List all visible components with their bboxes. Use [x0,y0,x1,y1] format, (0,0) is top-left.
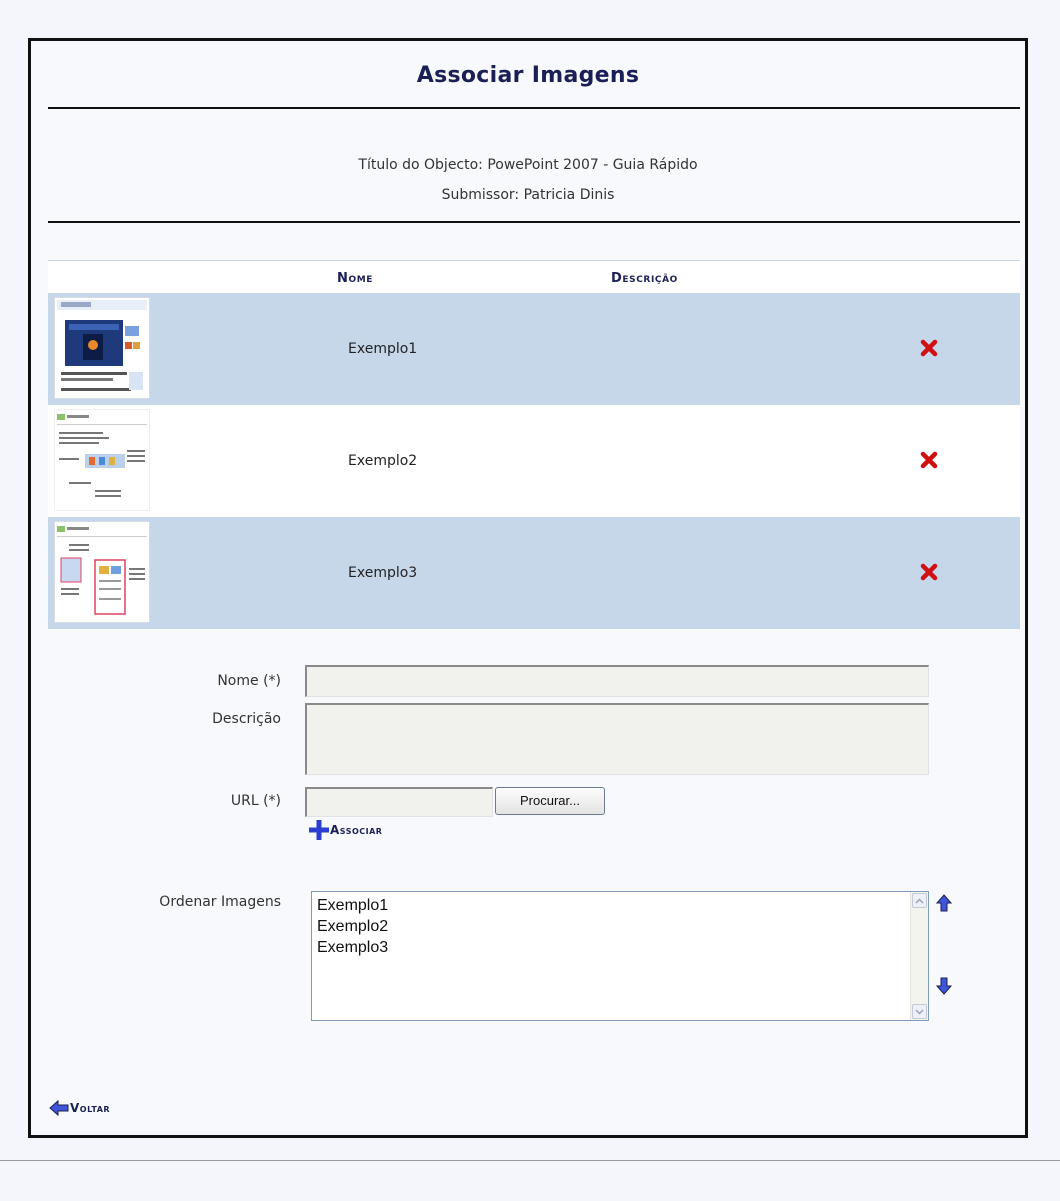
page-title: Associar Imagens [416,63,640,88]
name-label: Nome (*) [217,673,281,689]
description-textarea[interactable] [305,703,929,775]
row-name: Exemplo1 [348,341,418,357]
table-row: Exemplo3 [48,517,1020,629]
listbox-option[interactable]: Exemplo1 [312,895,928,916]
column-header-description: Descrição [611,271,678,286]
url-input[interactable] [305,787,493,817]
associate-button[interactable]: Associar [309,820,382,840]
meta-divider [48,221,1020,223]
name-input[interactable] [305,665,929,697]
delete-icon[interactable] [920,451,938,469]
scroll-up-icon[interactable] [912,893,927,908]
url-label: URL (*) [230,793,281,809]
description-label: Descrição [212,711,281,727]
order-images-listbox[interactable]: Exemplo1 Exemplo2 Exemplo3 [311,891,929,1021]
submitter: Submissor: Patricia Dinis [441,187,615,203]
back-label: Voltar [70,1101,111,1115]
title-divider [48,107,1020,109]
listbox-scrollbar[interactable] [910,892,928,1020]
delete-icon[interactable] [920,563,938,581]
image-thumbnail[interactable] [54,297,150,399]
move-up-icon[interactable] [934,893,954,913]
order-images-label: Ordenar Imagens [159,894,281,910]
image-thumbnail[interactable] [54,409,150,511]
image-thumbnail[interactable] [54,521,150,623]
object-title: Título do Objecto: PowePoint 2007 - Guia… [358,157,698,173]
row-name: Exemplo3 [348,565,418,581]
footer-divider [0,1160,1060,1161]
back-arrow-icon [49,1099,69,1117]
browse-button[interactable]: Procurar... [495,787,605,815]
associate-label: Associar [330,823,383,837]
delete-icon[interactable] [920,339,938,357]
scroll-down-icon[interactable] [912,1004,927,1019]
plus-icon [309,820,329,840]
images-table: Nome Descrição Exemplo1 Exemplo2 Exemplo… [48,260,1020,629]
move-down-icon[interactable] [934,976,954,996]
back-button[interactable]: Voltar [49,1099,110,1117]
table-row: Exemplo1 [48,293,1020,405]
listbox-option[interactable]: Exemplo2 [312,916,928,937]
main-panel: Associar Imagens Título do Objecto: Powe… [28,38,1028,1138]
row-name: Exemplo2 [348,453,418,469]
table-header: Nome Descrição [48,260,1020,293]
listbox-option[interactable]: Exemplo3 [312,937,928,958]
column-header-name: Nome [337,271,374,286]
table-row: Exemplo2 [48,405,1020,517]
